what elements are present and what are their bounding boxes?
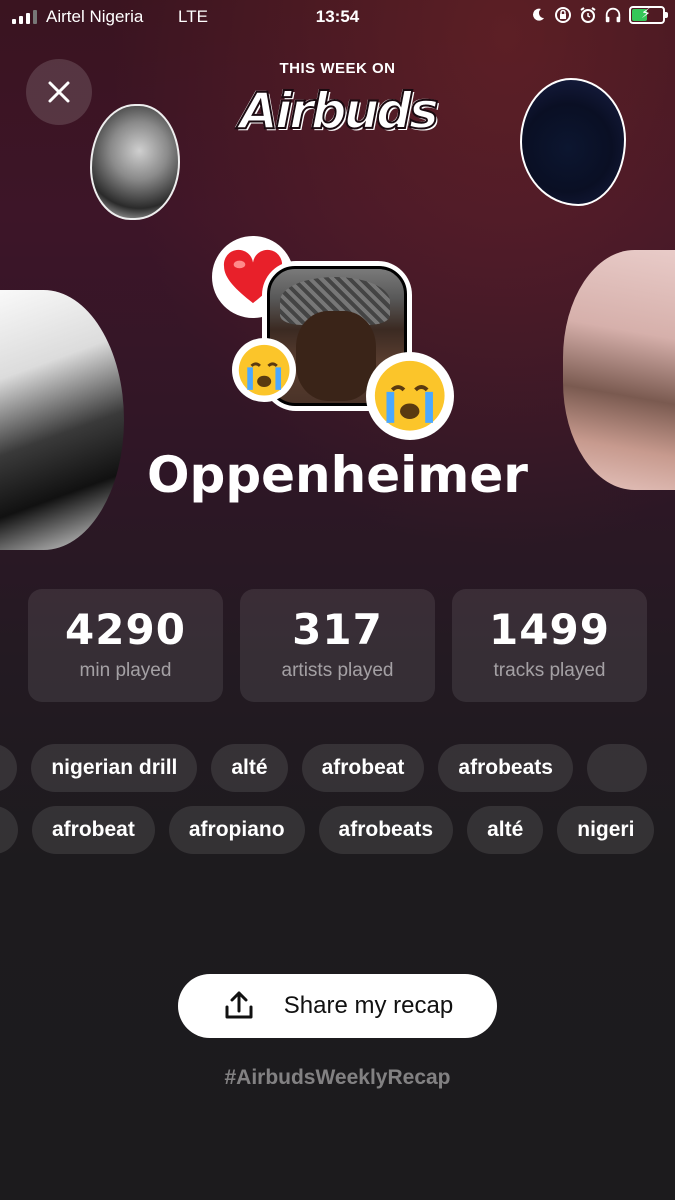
genre-chip[interactable] <box>0 806 18 854</box>
rotation-lock-icon <box>554 6 572 24</box>
genre-chip[interactable]: alté <box>467 806 544 854</box>
genre-row: afrobeat afropiano afrobeats alté nigeri <box>0 806 675 856</box>
genre-chip[interactable]: afrobeat <box>32 806 155 854</box>
stat-value: 4290 <box>65 605 186 654</box>
genre-chip[interactable]: afrobeats <box>318 806 454 854</box>
share-button[interactable]: Share my recap <box>178 974 497 1038</box>
stat-label: tracks played <box>493 660 606 681</box>
friend-photo[interactable] <box>520 78 626 206</box>
alarm-icon <box>579 6 597 24</box>
genre-chip[interactable]: afrobeat <box>301 744 425 792</box>
genre-chip[interactable]: afrobeats <box>438 744 573 792</box>
status-bar: Airtel Nigeria LTE 13:54 ⚡ <box>0 0 675 36</box>
genre-chip[interactable]: afropiano <box>168 806 305 854</box>
share-icon <box>225 991 253 1019</box>
hashtag: #AirbudsWeeklyRecap <box>224 1066 451 1089</box>
crying-face-icon <box>366 352 454 440</box>
stats-row: 4290 min played 317 artists played 1499 … <box>28 589 647 702</box>
crying-face-icon <box>232 338 296 402</box>
headphones-icon <box>604 6 622 24</box>
profile-name: Oppenheimer <box>147 446 528 504</box>
stat-card: 4290 min played <box>28 589 223 702</box>
stat-card: 317 artists played <box>240 589 435 702</box>
genre-chip[interactable]: ano <box>0 744 18 792</box>
genre-chip[interactable]: nigeri <box>557 806 655 854</box>
friend-photo[interactable] <box>0 290 124 550</box>
stat-value: 1499 <box>489 605 610 654</box>
share-label: Share my recap <box>283 992 454 1019</box>
battery-charging-icon: ⚡ <box>629 5 668 24</box>
genre-row: ano nigerian drill alté afrobeat afrobea… <box>0 744 675 794</box>
header-kicker: THIS WEEK ON <box>279 60 396 77</box>
status-icons: ⚡ <box>529 5 668 24</box>
genre-chip[interactable]: nigerian drill <box>31 744 198 792</box>
genre-chip[interactable] <box>586 744 647 792</box>
stat-label: min played <box>79 660 172 681</box>
friend-photo[interactable] <box>90 104 180 220</box>
moon-icon <box>529 6 547 24</box>
genre-chip[interactable]: alté <box>211 744 288 792</box>
stat-value: 317 <box>292 605 383 654</box>
stat-label: artists played <box>281 660 394 681</box>
stat-card: 1499 tracks played <box>452 589 647 702</box>
